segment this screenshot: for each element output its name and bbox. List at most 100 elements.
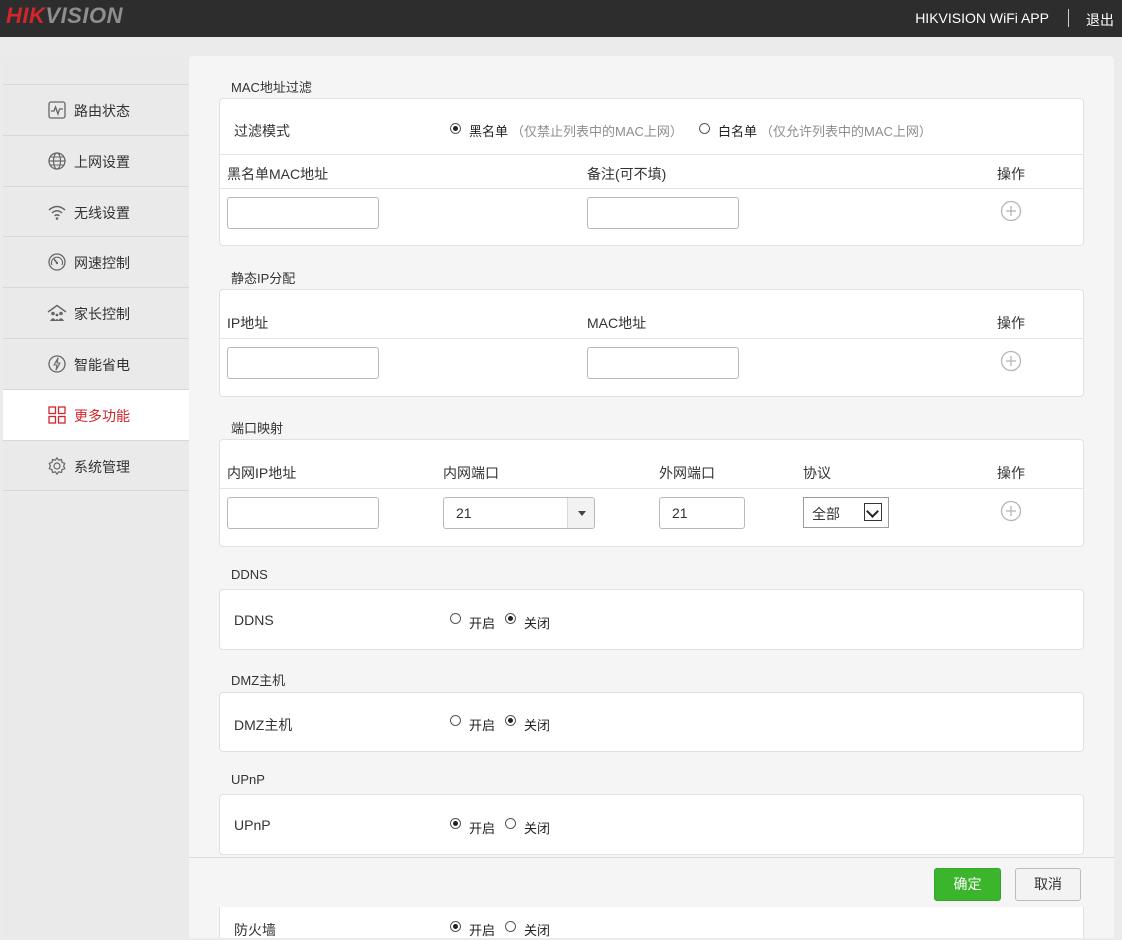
static-ip-header-row: IP地址 MAC地址 操作	[220, 290, 1083, 339]
chevron-down-icon[interactable]	[864, 503, 882, 521]
sidebar-item-speed-control[interactable]: 网速控制	[3, 236, 189, 287]
blacklist-radio[interactable]	[450, 123, 461, 134]
upnp-off-label: 关闭	[524, 821, 551, 836]
static-ip-input[interactable]	[227, 347, 379, 379]
logout-link[interactable]: 退出	[1086, 10, 1114, 30]
static-ip-box: IP地址 MAC地址 操作	[219, 289, 1084, 397]
firewall-on-label: 开启	[469, 923, 496, 938]
upnp-off-radio[interactable]	[505, 818, 516, 829]
sidebar-item-label: 无线设置	[74, 205, 130, 221]
sidebar-item-smart-power-save[interactable]: 智能省电	[3, 338, 189, 389]
dmz-label: DMZ主机	[234, 717, 293, 733]
blacklist-hint: （仅禁止列表中的MAC上网）	[511, 124, 683, 139]
upnp-on-radio[interactable]	[450, 818, 461, 829]
ddns-off-radio[interactable]	[505, 613, 516, 624]
sidebar-item-system-management[interactable]: 系统管理	[3, 440, 189, 491]
router-status-icon	[48, 101, 66, 119]
upnp-title: UPnP	[231, 772, 265, 787]
sidebar-item-more-features[interactable]: 更多功能	[3, 389, 189, 440]
upnp-box: UPnP 开启 关闭	[219, 794, 1084, 855]
firewall-on-radio[interactable]	[450, 921, 461, 932]
add-circle-icon[interactable]	[1000, 350, 1022, 372]
sidebar-item-router-status[interactable]: 路由状态	[3, 84, 189, 135]
mac-filter-box: 过滤模式 黑名单 （仅禁止列表中的MAC上网） 白名单 （仅允许列表中的MAC上…	[219, 98, 1084, 246]
firewall-label: 防火墙	[234, 922, 276, 938]
filter-mode-label: 过滤模式	[234, 123, 290, 139]
ddns-label: DDNS	[234, 612, 274, 628]
add-circle-icon[interactable]	[1000, 200, 1022, 222]
protocol-value: 全部	[812, 506, 840, 522]
ddns-box: DDNS 开启 关闭	[219, 589, 1084, 650]
col-action: 操作	[997, 465, 1025, 481]
firewall-off-label: 关闭	[524, 923, 551, 938]
add-circle-icon[interactable]	[1000, 500, 1022, 522]
family-icon	[47, 304, 67, 321]
sidebar-item-wireless-settings[interactable]: 无线设置	[3, 186, 189, 237]
protocol-select[interactable]: 全部	[803, 497, 889, 528]
sidebar-item-label: 家长控制	[74, 306, 130, 322]
chevron-down-icon[interactable]	[567, 498, 594, 528]
cancel-button[interactable]: 取消	[1015, 868, 1081, 901]
sidebar-item-label: 更多功能	[74, 408, 130, 424]
whitelist-hint: （仅允许列表中的MAC上网）	[760, 124, 932, 139]
static-mac-input[interactable]	[587, 347, 739, 379]
dmz-off-radio[interactable]	[505, 715, 516, 726]
dmz-on-radio[interactable]	[450, 715, 461, 726]
action-bar: 确定 取消	[189, 857, 1114, 907]
col-lan-ip: 内网IP地址	[227, 465, 297, 481]
firewall-off-radio[interactable]	[505, 921, 516, 932]
static-ip-title: 静态IP分配	[231, 271, 296, 286]
logo-text-hik: HIK	[6, 3, 46, 28]
gear-icon	[48, 457, 66, 475]
grid-icon	[48, 406, 66, 424]
sidebar-item-label: 上网设置	[74, 154, 130, 170]
whitelist-label: 白名单	[718, 124, 758, 139]
app-name: HIKVISION WiFi APP	[915, 10, 1049, 26]
mac-filter-title: MAC地址过滤	[231, 80, 312, 95]
sidebar-item-label: 路由状态	[74, 103, 130, 119]
mac-filter-header-row: 黑名单MAC地址 备注(可不填) 操作	[220, 154, 1083, 189]
sidebar-item-parental-control[interactable]: 家长控制	[3, 287, 189, 338]
ddns-on-radio[interactable]	[450, 613, 461, 624]
col-protocol: 协议	[803, 465, 831, 481]
ddns-title: DDNS	[231, 567, 268, 582]
col-lan-port: 内网端口	[443, 465, 499, 481]
sidebar-item-internet-settings[interactable]: 上网设置	[3, 135, 189, 186]
note-input[interactable]	[587, 197, 739, 229]
top-bar: HIKVISION HIKVISION WiFi APP 退出	[0, 0, 1122, 37]
globe-icon	[48, 152, 66, 170]
content-panel: MAC地址过滤 过滤模式 黑名单 （仅禁止列表中的MAC上网） 白名单 （仅允许…	[189, 56, 1114, 938]
port-mapping-box: 内网IP地址 内网端口 外网端口 协议 操作 21 全部	[219, 439, 1084, 547]
sidebar-item-label: 网速控制	[74, 255, 130, 271]
lan-port-select[interactable]: 21	[443, 497, 595, 529]
port-mapping-header-row: 内网IP地址 内网端口 外网端口 协议 操作	[220, 440, 1083, 489]
col-blacklist-mac: 黑名单MAC地址	[227, 166, 329, 182]
upnp-on-label: 开启	[469, 821, 496, 836]
wan-port-input[interactable]	[659, 497, 745, 529]
sidebar-item-label: 系统管理	[74, 459, 130, 475]
dmz-off-label: 关闭	[524, 718, 551, 733]
firewall-box: 防火墙 开启 关闭	[219, 904, 1084, 938]
speedometer-icon	[48, 253, 66, 271]
col-action: 操作	[997, 166, 1025, 182]
sidebar: 路由状态 上网设置 无线设置 网速控制 家长控制 智能省电 更多功能 系统管理	[3, 57, 189, 937]
lan-port-value: 21	[456, 505, 472, 521]
col-wan-port: 外网端口	[659, 465, 715, 481]
header-divider	[1068, 9, 1069, 27]
confirm-button[interactable]: 确定	[934, 868, 1001, 901]
logo-text-vision: VISION	[45, 3, 123, 28]
hikvision-logo: HIKVISION	[6, 3, 123, 29]
ddns-off-label: 关闭	[524, 616, 551, 631]
whitelist-radio[interactable]	[699, 123, 710, 134]
col-action: 操作	[997, 315, 1025, 331]
sidebar-item-label: 智能省电	[74, 357, 130, 373]
blacklist-label: 黑名单	[469, 124, 509, 139]
dmz-title: DMZ主机	[231, 673, 286, 688]
dmz-box: DMZ主机 开启 关闭	[219, 692, 1084, 752]
wifi-icon	[48, 205, 66, 220]
col-mac-address: MAC地址	[587, 315, 647, 331]
port-mapping-title: 端口映射	[231, 421, 284, 436]
blacklist-mac-input[interactable]	[227, 197, 379, 229]
dmz-on-label: 开启	[469, 718, 496, 733]
lan-ip-input[interactable]	[227, 497, 379, 529]
